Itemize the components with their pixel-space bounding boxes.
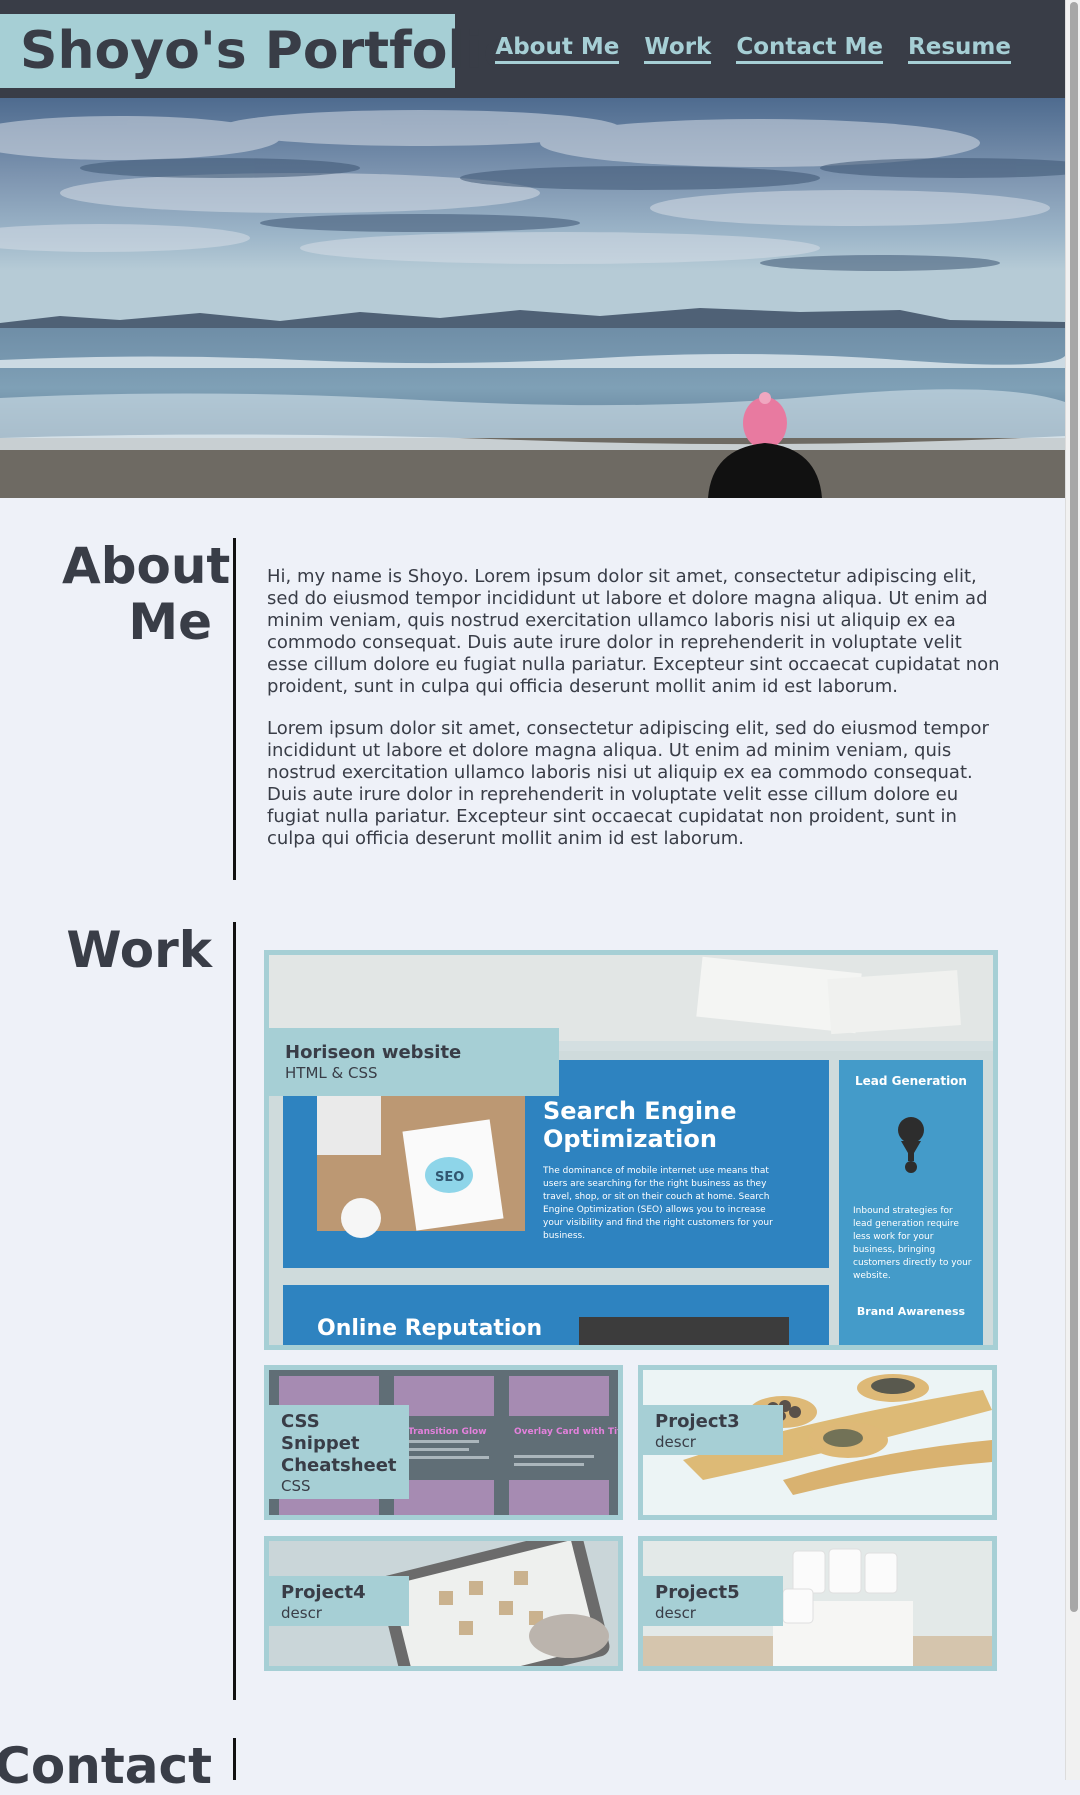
nav-about-me[interactable]: About Me — [495, 34, 620, 64]
about-paragraph-2: Lorem ipsum dolor sit amet, consectetur … — [267, 718, 989, 849]
main-nav: About Me Work Contact Me Resume — [495, 34, 1011, 64]
project-card-project5[interactable]: Project5 descr — [638, 1536, 997, 1671]
hero-image — [0, 98, 1065, 498]
project-label: Project5 descr — [643, 1576, 783, 1626]
project-label: CSS Snippet Cheatsheet CSS — [269, 1405, 409, 1499]
project-title: Project4 — [281, 1582, 366, 1603]
project-subtitle: descr — [655, 1433, 696, 1451]
work-title: Work — [66, 921, 212, 979]
project-subtitle: descr — [281, 1604, 322, 1622]
about-title: About Me — [62, 537, 231, 651]
work-divider — [233, 922, 236, 1700]
about-divider — [233, 538, 236, 880]
project-title: Project5 — [655, 1582, 740, 1603]
project-label: Project4 descr — [269, 1576, 409, 1626]
project-card-featured[interactable]: SEO Search Engine Optimization The domin… — [264, 950, 998, 1350]
horiseon-screenshot-image: SEO Search Engine Optimization The domin… — [269, 955, 993, 1345]
scrollbar-thumb[interactable] — [1070, 2, 1078, 1612]
project-label: Project3 descr — [643, 1405, 783, 1455]
site-header: Shoyo's Portfolio About Me Work Contact … — [0, 0, 1065, 98]
about-paragraph-1: Hi, my name is Shoyo. Lorem ipsum dolor … — [267, 566, 1000, 697]
about-text: Hi, my name is Shoyo. Lorem ipsum dolor … — [267, 566, 1002, 870]
project-title: CSS Snippet Cheatsheet — [281, 1411, 397, 1476]
site-title[interactable]: Shoyo's Portfolio — [0, 14, 519, 88]
project-subtitle: descr — [655, 1604, 696, 1622]
nav-contact-me[interactable]: Contact Me — [736, 34, 884, 64]
nav-work[interactable]: Work — [644, 34, 712, 64]
project-card-css-snippet[interactable]: x Transition Glow Overlay Card with Titl… — [264, 1365, 623, 1520]
project-subtitle: CSS — [281, 1477, 311, 1495]
nav-resume[interactable]: Resume — [908, 34, 1011, 64]
project-card-project3[interactable]: Project3 descr — [638, 1365, 997, 1520]
project-label: Horiseon website HTML & CSS — [269, 1028, 559, 1096]
project-card-project4[interactable]: Project4 descr — [264, 1536, 623, 1671]
project-title: Horiseon website — [285, 1042, 462, 1063]
beach-landscape-image — [0, 98, 1065, 498]
contact-divider — [233, 1738, 236, 1780]
contact-title: Contact — [0, 1737, 212, 1795]
project-subtitle: HTML & CSS — [285, 1064, 378, 1082]
page-scrollbar[interactable] — [1065, 0, 1080, 1780]
project-title: Project3 — [655, 1411, 740, 1432]
